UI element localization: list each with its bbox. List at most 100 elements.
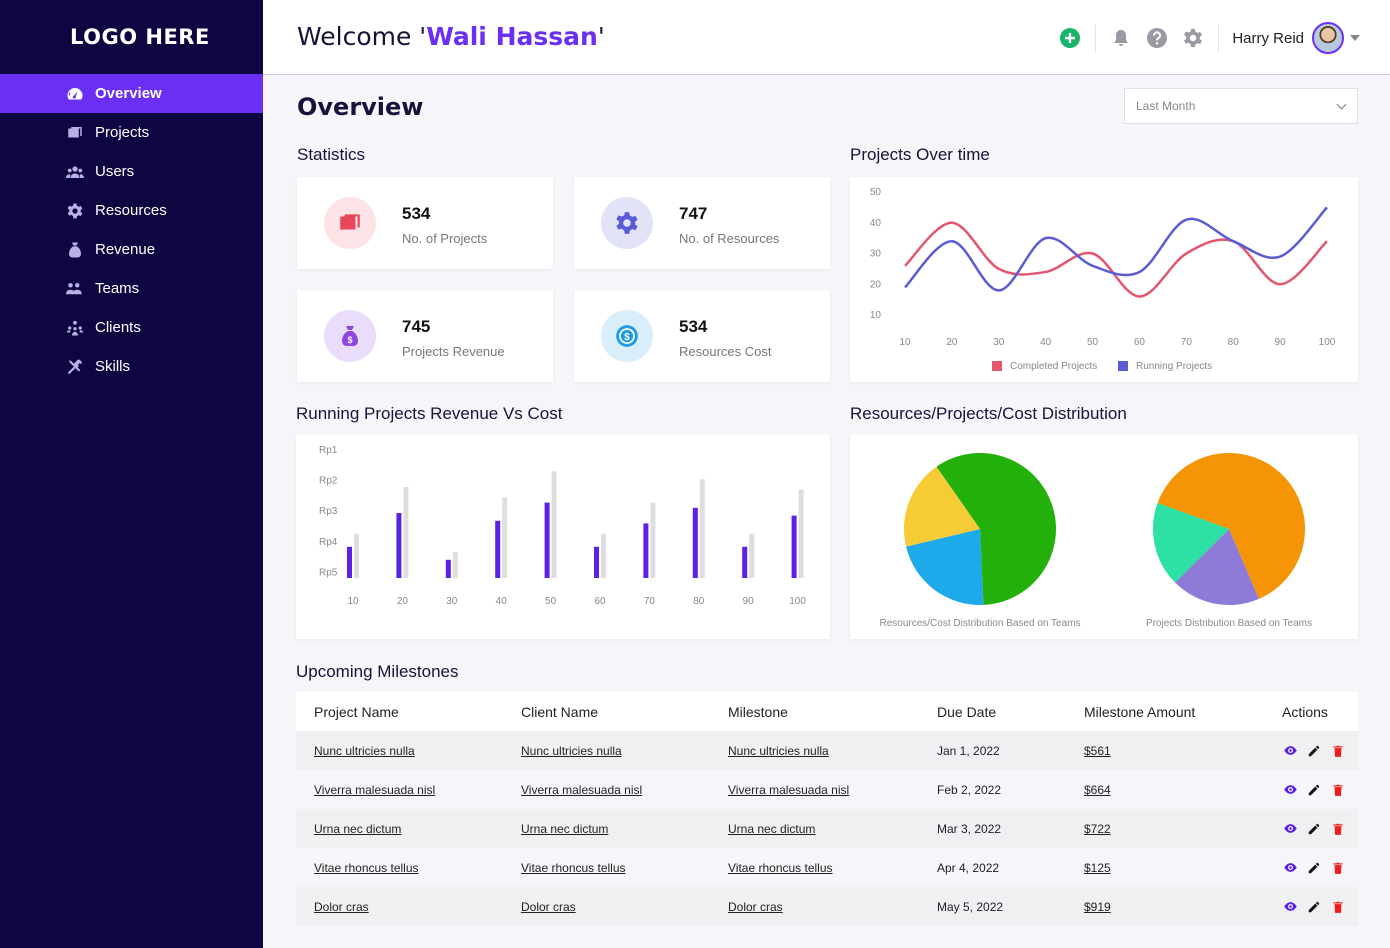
column-header[interactable]: Milestone [710,704,919,720]
edit-icon[interactable] [1306,860,1322,876]
column-header[interactable]: Client Name [503,704,710,720]
project-name-link[interactable]: Urna nec dictum [314,822,401,836]
client-name-link[interactable]: Viverra malesuada nisl [521,783,642,797]
money-bag-icon [65,240,85,260]
users-icon [65,162,85,182]
client-name-cell: Vitae rhoncus tellus [503,861,710,875]
milestone-link[interactable]: Vitae rhoncus tellus [728,861,833,875]
amount-link[interactable]: $561 [1084,744,1111,758]
bar-chart-title: Running Projects Revenue Vs Cost [296,404,563,423]
x-tick-label: 50 [1087,337,1099,348]
sidebar-item-teams[interactable]: Teams [0,269,263,308]
client-name-link[interactable]: Urna nec dictum [521,822,608,836]
milestone-link[interactable]: Viverra malesuada nisl [728,783,849,797]
stat-card-projects: 534 No. of Projects [297,177,553,269]
sidebar-item-revenue[interactable]: Revenue [0,230,263,269]
edit-icon[interactable] [1306,782,1322,798]
welcome-user-name: Wali Hassan [426,22,598,51]
sidebar-item-label: Projects [95,124,150,141]
client-name-cell: Nunc ultricies nulla [503,744,710,758]
delete-icon[interactable] [1330,743,1346,759]
sidebar-item-overview[interactable]: Overview [0,74,263,113]
delete-icon[interactable] [1330,899,1346,915]
top-header: Welcome 'Wali Hassan' Harry Reid [263,0,1390,75]
amount-link[interactable]: $125 [1084,861,1111,875]
x-tick-label: 40 [1040,337,1052,348]
amount-link[interactable]: $664 [1084,783,1111,797]
project-name-link[interactable]: Viverra malesuada nisl [314,783,435,797]
milestone-link[interactable]: Dolor cras [728,900,783,914]
sidebar-item-skills[interactable]: Skills [0,347,263,386]
amount-cell: $722 [1066,822,1264,836]
table-row: Nunc ultricies nulla Nunc ultricies null… [296,731,1358,770]
dashboard-icon [65,84,85,104]
coin-icon: $ [601,310,653,362]
y-tick-label: 50 [870,187,882,198]
amount-link[interactable]: $919 [1084,900,1111,914]
sidebar-item-label: Users [95,163,135,180]
eye-icon[interactable] [1282,782,1298,798]
sidebar-item-projects[interactable]: Projects [0,113,263,152]
milestone-cell: Dolor cras [710,900,919,914]
amount-link[interactable]: $722 [1084,822,1111,836]
client-name-link[interactable]: Dolor cras [521,900,576,914]
column-header[interactable]: Project Name [296,704,503,720]
sidebar-item-label: Skills [95,358,131,375]
milestone-cell: Nunc ultricies nulla [710,744,919,758]
sidebar-item-label: Resources [95,202,167,219]
project-name-link[interactable]: Nunc ultricies nulla [314,744,415,758]
milestone-link[interactable]: Nunc ultricies nulla [728,744,829,758]
delete-icon[interactable] [1330,821,1346,837]
milestone-link[interactable]: Urna nec dictum [728,822,815,836]
sidebar-item-users[interactable]: Users [0,152,263,191]
eye-icon[interactable] [1282,821,1298,837]
sidebar-item-label: Revenue [95,241,156,258]
edit-icon[interactable] [1306,821,1322,837]
header-actions: Harry Reid [1052,20,1390,56]
help-icon[interactable] [1146,27,1168,49]
milestone-cell: Viverra malesuada nisl [710,783,919,797]
bar-cost [403,487,409,578]
eye-icon[interactable] [1282,860,1298,876]
user-name[interactable]: Harry Reid [1232,30,1304,47]
bar-cost [452,552,458,578]
settings-gear-icon[interactable] [1182,27,1204,49]
clients-icon [65,318,85,338]
y-tick-label: Rp4 [319,537,338,548]
y-tick-label: Rp1 [319,445,338,456]
column-header[interactable]: Due Date [919,704,1066,720]
pie-charts: Resources/Cost Distribution Based on Tea… [879,453,1312,629]
sidebar-item-clients[interactable]: Clients [0,308,263,347]
client-name-link[interactable]: Vitae rhoncus tellus [521,861,626,875]
line-chart: 50 40 30 20 10 10 20 30 40 50 60 70 80 90 100 Completed… [870,187,1336,372]
x-tick-label: 80 [1228,337,1240,348]
x-tick-label: 30 [446,596,458,607]
y-tick-label: 40 [870,218,882,229]
legend-label: Running Projects [1136,361,1212,372]
eye-icon[interactable] [1282,899,1298,915]
edit-icon[interactable] [1306,743,1322,759]
bar-revenue [594,546,599,578]
bell-icon[interactable] [1110,27,1132,49]
stat-label: No. of Resources [679,231,780,246]
amount-cell: $125 [1066,861,1264,875]
edit-icon[interactable] [1306,899,1322,915]
client-name-cell: Urna nec dictum [503,822,710,836]
period-select[interactable]: Last Month [1124,88,1358,124]
stat-value: 745 [402,317,431,336]
delete-icon[interactable] [1330,782,1346,798]
client-name-cell: Viverra malesuada nisl [503,783,710,797]
client-name-link[interactable]: Nunc ultricies nulla [521,744,622,758]
add-circle-icon[interactable] [1059,27,1081,49]
sidebar-item-resources[interactable]: Resources [0,191,263,230]
y-tick-label: 10 [870,310,882,321]
chevron-down-icon[interactable] [1350,35,1360,41]
avatar[interactable] [1312,22,1344,54]
y-tick-label: Rp5 [319,567,338,578]
eye-icon[interactable] [1282,743,1298,759]
project-name-link[interactable]: Vitae rhoncus tellus [314,861,419,875]
project-name-link[interactable]: Dolor cras [314,900,369,914]
column-header[interactable]: Milestone Amount [1066,704,1264,720]
delete-icon[interactable] [1330,860,1346,876]
stat-card-cost: $ 534 Resources Cost [574,290,830,382]
